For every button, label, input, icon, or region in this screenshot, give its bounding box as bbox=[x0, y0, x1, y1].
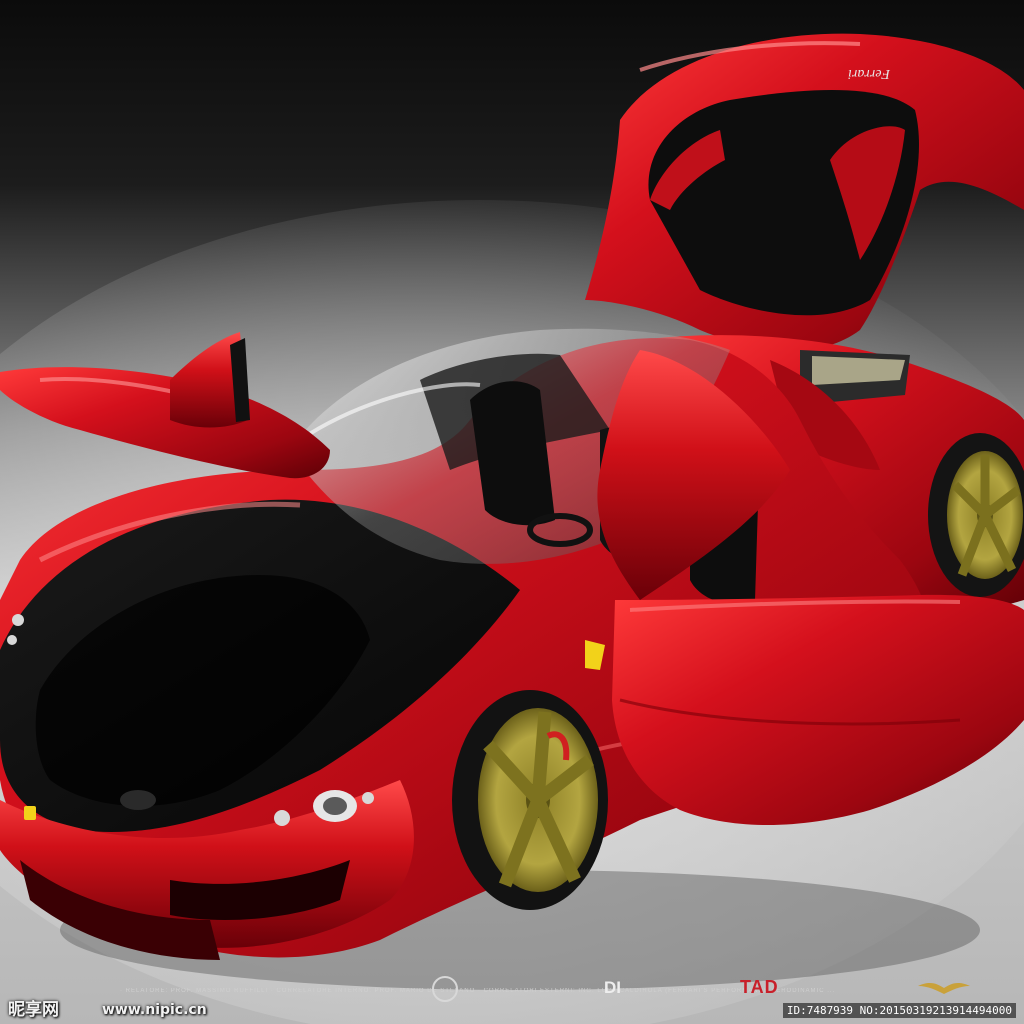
watermark-brand: 昵享网 bbox=[8, 1000, 59, 1020]
rear-badge-script: Ferrari bbox=[848, 66, 891, 81]
credit-line: · RELATORE: PROF. MASSIMO RUFFILLI · COR… bbox=[120, 988, 836, 994]
watermark-id: ID:7487939 NO:20150319213914494000 bbox=[782, 1003, 1016, 1018]
di-logo: DI bbox=[604, 978, 621, 997]
university-seal-icon bbox=[432, 976, 458, 1002]
eagle-logo-icon bbox=[918, 982, 970, 994]
car-render: Ferrari bbox=[0, 0, 1024, 1024]
front-wheel bbox=[452, 690, 608, 910]
front-badge bbox=[24, 806, 36, 820]
tad-logo: TAD bbox=[740, 977, 779, 997]
watermark-url[interactable]: www.nipic.cn bbox=[102, 1002, 207, 1018]
headlight-small bbox=[274, 810, 290, 826]
photo-stage: Ferrari · RELATORE: PROF. MASSIMO RUFFIL… bbox=[0, 0, 1024, 1024]
